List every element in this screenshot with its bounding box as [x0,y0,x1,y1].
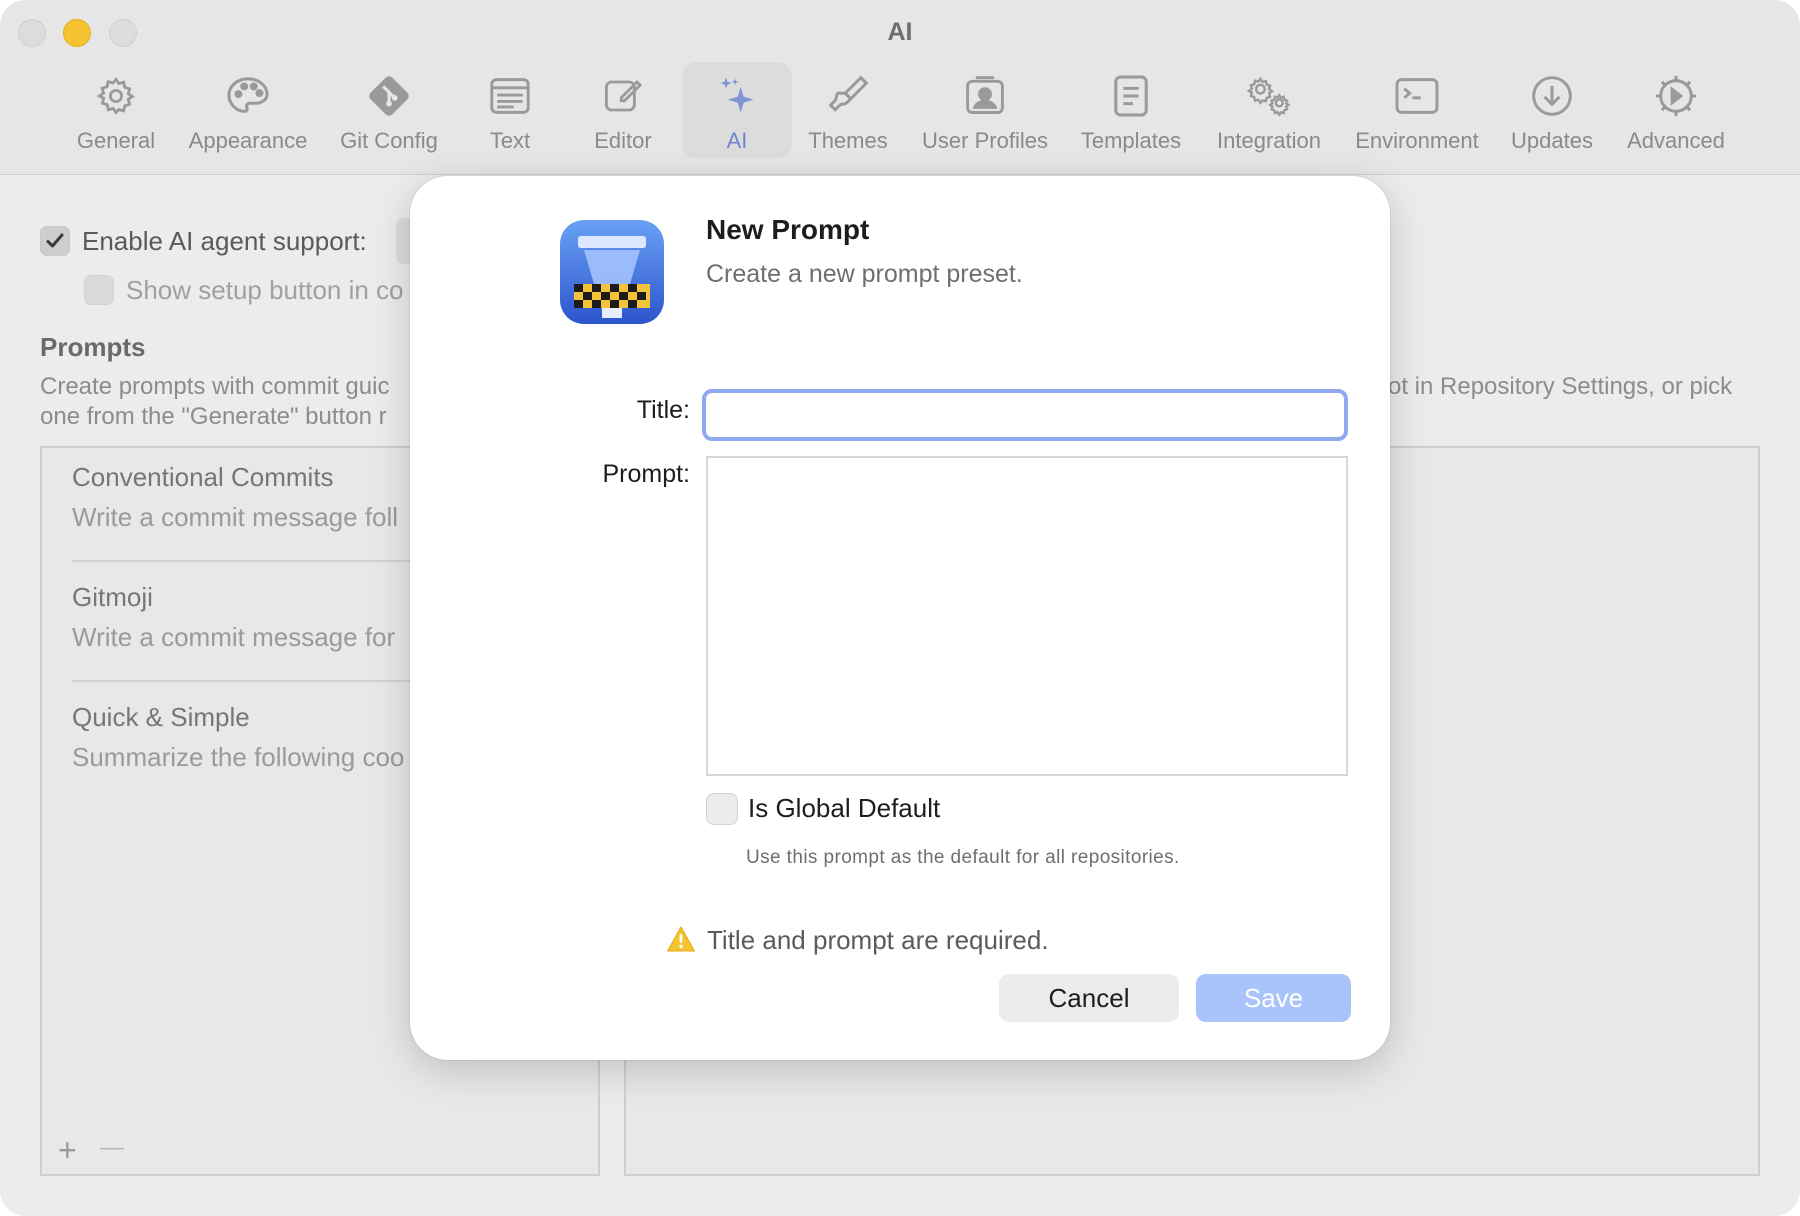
window-title: AI [887,18,913,46]
prompts-heading: Prompts [40,332,146,362]
list-item-title: Quick & Simple [72,702,250,732]
tab-themes[interactable]: Themes [800,62,896,158]
gear-icon [92,72,140,120]
new-prompt-sheet: New Prompt Create a new prompt preset. T… [410,176,1390,1060]
tab-label: AI [726,128,748,153]
tab-label: General [76,128,156,153]
preferences-toolbar: General Appearance Git Config Text Edito… [0,62,1800,162]
show-setup-label: Show setup button in co [126,275,404,305]
tab-text[interactable]: Text [470,62,550,158]
global-default-label: Is Global Default [748,793,941,823]
list-item-subtitle: Summarize the following coo [72,742,405,772]
enable-ai-checkbox[interactable] [40,226,70,256]
list-item-subtitle: Write a commit message for [72,622,396,652]
title-input[interactable] [702,389,1348,441]
tab-user-profiles[interactable]: User Profiles [915,62,1055,158]
checkmark-icon [46,233,64,248]
tab-label: Appearance [188,128,308,153]
terminal-icon [1393,72,1441,120]
palette-icon [224,72,272,120]
tab-templates[interactable]: Templates [1074,62,1188,158]
app-icon [560,220,664,324]
prompts-description-line1: Create prompts with commit guic [40,373,390,400]
global-default-checkbox[interactable] [706,793,738,825]
tab-editor[interactable]: Editor [583,62,663,158]
tab-label: Updates [1511,128,1593,153]
tab-ai[interactable]: AI [682,62,792,158]
gear-badge-icon [1652,72,1700,120]
tab-label: Integration [1217,128,1321,153]
tab-label: Git Config [340,128,438,153]
git-icon [365,72,413,120]
sheet-title: New Prompt [706,214,870,245]
tab-git-config[interactable]: Git Config [334,62,444,158]
preferences-window: AI General Appearance Git Config Text Ed… [0,0,1800,1216]
tab-environment[interactable]: Environment [1350,62,1484,158]
document-icon [1107,72,1155,120]
pencil-square-icon [599,72,647,120]
person-card-icon [961,72,1009,120]
text-window-icon [486,72,534,120]
tab-label: Advanced [1627,128,1725,153]
tab-label: Themes [808,128,888,153]
prompt-label: Prompt: [602,460,690,488]
download-circle-icon [1528,72,1576,120]
global-default-help: Use this prompt as the default for all r… [746,847,1180,868]
list-item-title: Conventional Commits [72,462,334,492]
prompt-textarea[interactable] [706,456,1348,776]
tab-label: User Profiles [922,128,1048,153]
tab-label: Environment [1355,128,1479,153]
prompts-description-line2: one from the "Generate" button r [40,403,387,430]
save-button[interactable]: Save [1196,974,1351,1022]
list-item-subtitle: Write a commit message foll [72,502,399,532]
show-setup-checkbox[interactable] [84,275,114,305]
sheet-subtitle: Create a new prompt preset. [706,260,1023,288]
prompts-description-line1-end: ot in Repository Settings, or pick [1388,373,1733,400]
list-item-title: Gitmoji [72,582,153,612]
tab-updates[interactable]: Updates [1500,62,1604,158]
sparkles-icon [713,72,761,120]
enable-ai-label: Enable AI agent support: [82,226,367,256]
tab-advanced[interactable]: Advanced [1620,62,1732,158]
remove-prompt-button[interactable]: — [100,1134,124,1162]
add-prompt-button[interactable]: + [58,1132,77,1169]
title-label: Title: [636,396,690,424]
tab-label: Templates [1080,128,1182,153]
cancel-button[interactable]: Cancel [999,974,1179,1022]
gears-icon [1245,72,1293,120]
paintbrush-icon [824,72,872,120]
tab-label: Editor [594,128,652,153]
tab-general[interactable]: General [66,62,166,158]
titlebar: AI General Appearance Git Config Text Ed… [0,0,1800,175]
warning-icon [667,926,695,952]
tab-label: Text [489,128,531,153]
tab-integration[interactable]: Integration [1207,62,1331,158]
tab-appearance[interactable]: Appearance [183,62,313,158]
validation-message: Title and prompt are required. [707,925,1049,955]
